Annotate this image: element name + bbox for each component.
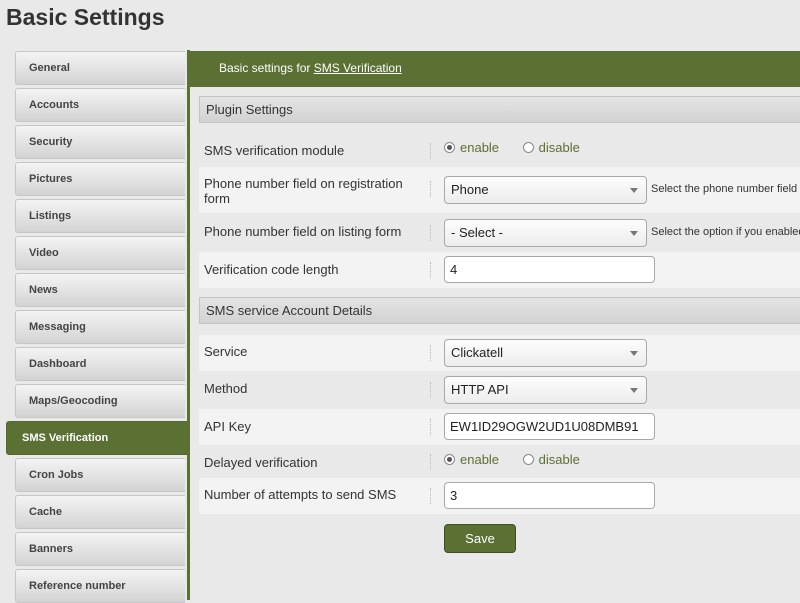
row-separator (430, 143, 431, 159)
sidebar-item-cron-jobs[interactable]: Cron Jobs (15, 458, 185, 492)
section-account-details: SMS service Account Details (199, 297, 800, 324)
enable-label: enable (460, 140, 500, 155)
sidebar-item-video[interactable]: Video (15, 236, 185, 270)
row-separator (430, 345, 431, 361)
chevron-down-icon (630, 351, 638, 356)
sms-module-enable-radio[interactable]: enable (444, 140, 499, 156)
phone-listing-label: Phone number field on listing form (204, 224, 402, 239)
code-length-input[interactable]: 4 (444, 256, 655, 283)
chevron-down-icon (630, 231, 638, 236)
chevron-down-icon (630, 188, 638, 193)
phone-listing-value: - Select - (451, 225, 504, 240)
delayed-disable-radio[interactable]: disable (522, 452, 580, 468)
row-separator (430, 488, 431, 504)
disable-label: disable (538, 452, 580, 467)
row-sms-module: SMS verification module enable disable (199, 131, 800, 163)
page-title: Basic Settings (6, 4, 165, 30)
sidebar-item-maps-geocoding[interactable]: Maps/Geocoding (15, 384, 185, 418)
row-method: Method HTTP API (199, 372, 800, 408)
phone-listing-hint: Select the option if you enabled (651, 226, 800, 238)
row-separator (430, 181, 431, 197)
disable-label: disable (538, 140, 580, 155)
sidebar-item-news[interactable]: News (15, 273, 185, 307)
service-label: Service (204, 344, 248, 359)
row-service: Service Clickatell (199, 335, 800, 371)
row-phone-registration: Phone number field on registration form … (199, 167, 800, 213)
delayed-enable-radio[interactable]: enable (444, 452, 499, 468)
content-border (187, 50, 190, 600)
row-separator (430, 225, 431, 241)
row-separator (430, 262, 431, 278)
sidebar-item-accounts[interactable]: Accounts (15, 88, 185, 122)
phone-listing-select[interactable]: - Select - (444, 219, 647, 247)
service-select[interactable]: Clickatell (444, 339, 647, 367)
chevron-down-icon (630, 388, 638, 393)
sms-module-label: SMS verification module (204, 143, 345, 158)
method-value: HTTP API (451, 382, 509, 397)
sms-verification-link[interactable]: SMS Verification (314, 61, 402, 75)
panel-header-prefix: Basic settings for (219, 61, 311, 75)
row-phone-listing: Phone number field on listing form - Sel… (199, 216, 800, 250)
panel-header: Basic settings for SMS Verification (190, 51, 800, 87)
attempts-input[interactable]: 3 (444, 482, 655, 509)
phone-registration-value: Phone (451, 182, 489, 197)
phone-registration-hint: Select the phone number field (651, 183, 798, 195)
service-value: Clickatell (451, 345, 504, 360)
sidebar-item-reference-number[interactable]: Reference number (15, 569, 185, 603)
radio-unchecked-icon (522, 454, 534, 465)
radio-checked-icon (444, 142, 455, 153)
row-separator (430, 454, 431, 470)
sidebar-item-sms-verification[interactable]: SMS Verification (6, 421, 187, 455)
row-separator (430, 419, 431, 435)
radio-checked-icon (444, 454, 455, 465)
radio-unchecked-icon (522, 142, 534, 153)
method-label: Method (204, 381, 248, 396)
save-button[interactable]: Save (444, 524, 516, 553)
code-length-label: Verification code length (204, 262, 339, 277)
attempts-label: Number of attempts to send SMS (204, 487, 397, 502)
api-key-label: API Key (204, 419, 251, 434)
delayed-radio-group: enable disable (444, 452, 600, 468)
delayed-verification-label: Delayed verification (204, 455, 318, 470)
method-select[interactable]: HTTP API (444, 376, 647, 404)
sidebar-item-general[interactable]: General (15, 51, 185, 85)
section-plugin-settings: Plugin Settings (199, 96, 800, 123)
enable-label: enable (460, 452, 500, 467)
row-code-length: Verification code length 4 (199, 252, 800, 288)
row-api-key: API Key EW1ID29OGW2UD1U08DMB91 (199, 409, 800, 445)
row-attempts: Number of attempts to send SMS 3 (199, 478, 800, 514)
row-separator (430, 382, 431, 398)
sidebar-item-security[interactable]: Security (15, 125, 185, 159)
sidebar-item-dashboard[interactable]: Dashboard (15, 347, 185, 381)
sms-module-disable-radio[interactable]: disable (522, 140, 580, 156)
sidebar-item-messaging[interactable]: Messaging (15, 310, 185, 344)
sidebar-item-cache[interactable]: Cache (15, 495, 185, 529)
row-delayed-verification: Delayed verification enable disable (199, 445, 800, 477)
api-key-input[interactable]: EW1ID29OGW2UD1U08DMB91 (444, 413, 655, 440)
sidebar-item-banners[interactable]: Banners (15, 532, 185, 566)
phone-registration-label: Phone number field on registration form (204, 176, 403, 206)
sidebar-item-listings[interactable]: Listings (15, 199, 185, 233)
phone-registration-select[interactable]: Phone (444, 176, 647, 204)
sms-module-radio-group: enable disable (444, 140, 600, 156)
sidebar-item-pictures[interactable]: Pictures (15, 162, 185, 196)
